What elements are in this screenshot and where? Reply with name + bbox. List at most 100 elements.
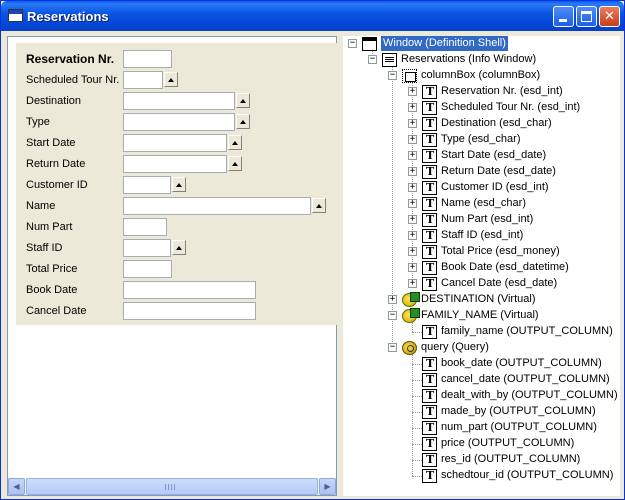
expand-icon[interactable]: + — [388, 295, 397, 304]
close-button[interactable]: ✕ — [599, 6, 620, 27]
lookup-up-arrow-icon[interactable] — [172, 240, 186, 255]
tree-item[interactable]: num_part (OUTPUT_COLUMN) — [343, 420, 620, 436]
tree-item[interactable]: res_id (OUTPUT_COLUMN) — [343, 452, 620, 468]
field-icon — [422, 117, 437, 131]
tree-item[interactable]: made_by (OUTPUT_COLUMN) — [343, 404, 620, 420]
collapse-icon[interactable]: − — [388, 343, 397, 352]
window-app-icon[interactable] — [8, 9, 23, 22]
tree-item-label: Return Date (esd_date) — [441, 165, 556, 177]
field-input[interactable] — [123, 176, 171, 194]
tree-item[interactable]: + DESTINATION (Virtual) — [343, 292, 620, 308]
field-icon — [422, 213, 437, 227]
window-title: Reservations — [27, 9, 109, 24]
expand-icon[interactable]: + — [408, 247, 417, 256]
field-label: Scheduled Tour Nr. — [26, 74, 120, 86]
field-input[interactable] — [123, 260, 172, 278]
lookup-up-arrow-icon[interactable] — [164, 72, 178, 87]
tree-connector — [412, 476, 422, 477]
field-icon — [422, 85, 437, 99]
grip-icon — [165, 484, 177, 490]
field-input[interactable] — [123, 134, 227, 152]
collapse-icon[interactable]: − — [388, 311, 397, 320]
maximize-button[interactable] — [576, 6, 597, 27]
field-input[interactable] — [123, 281, 256, 299]
tree-item[interactable]: + Reservation Nr. (esd_int) — [343, 84, 620, 100]
virtual-icon — [402, 292, 420, 307]
tree-item[interactable]: − query (Query) — [343, 340, 620, 356]
scroll-left-button[interactable]: ◀ — [8, 478, 25, 495]
horizontal-scrollbar[interactable]: ◀ ▶ — [8, 478, 336, 495]
field-input[interactable] — [123, 71, 163, 89]
form-row: Name — [16, 197, 338, 215]
minimize-icon — [559, 19, 567, 22]
field-icon — [422, 277, 437, 291]
tree-item[interactable]: + Book Date (esd_datetime) — [343, 260, 620, 276]
collapse-icon[interactable]: − — [348, 39, 357, 48]
tree-item[interactable]: book_date (OUTPUT_COLUMN) — [343, 356, 620, 372]
tree-item[interactable]: + Scheduled Tour Nr. (esd_int) — [343, 100, 620, 116]
title-bar[interactable]: Reservations ✕ — [1, 1, 624, 31]
field-icon — [422, 245, 437, 259]
field-input[interactable] — [123, 155, 227, 173]
tree-item[interactable]: + Destination (esd_char) — [343, 116, 620, 132]
expand-icon[interactable]: + — [408, 215, 417, 224]
field-input[interactable] — [123, 92, 235, 110]
expand-icon[interactable]: + — [408, 279, 417, 288]
form-row: Type — [16, 113, 338, 131]
tree-item[interactable]: + Total Price (esd_money) — [343, 244, 620, 260]
tree-item[interactable]: + Return Date (esd_date) — [343, 164, 620, 180]
virtual-icon — [402, 308, 420, 323]
expand-icon[interactable]: + — [408, 231, 417, 240]
tree-item[interactable]: + Customer ID (esd_int) — [343, 180, 620, 196]
expand-icon[interactable]: + — [408, 183, 417, 192]
expand-icon[interactable]: + — [408, 87, 417, 96]
collapse-icon[interactable]: − — [368, 55, 377, 64]
lookup-up-arrow-icon[interactable] — [236, 114, 250, 129]
tree-item[interactable]: cancel_date (OUTPUT_COLUMN) — [343, 372, 620, 388]
tree-item[interactable]: + Start Date (esd_date) — [343, 148, 620, 164]
field-input[interactable] — [123, 113, 235, 131]
expand-icon[interactable]: + — [408, 151, 417, 160]
minimize-button[interactable] — [553, 6, 574, 27]
tree-item[interactable]: schedtour_id (OUTPUT_COLUMN) — [343, 468, 620, 484]
field-icon — [422, 405, 437, 419]
maximize-icon — [581, 11, 592, 22]
tree-item[interactable]: − FAMILY_NAME (Virtual) — [343, 308, 620, 324]
tree-item[interactable]: + Type (esd_char) — [343, 132, 620, 148]
tree-item-label: Cancel Date (esd_date) — [441, 277, 558, 289]
field-input[interactable] — [123, 302, 256, 320]
form-row: Cancel Date — [16, 302, 338, 320]
expand-icon[interactable]: + — [408, 135, 417, 144]
expand-icon[interactable]: + — [408, 167, 417, 176]
lookup-up-arrow-icon[interactable] — [312, 198, 326, 213]
expand-icon[interactable]: + — [408, 103, 417, 112]
reservation-form: Reservation Nr. Scheduled Tour Nr. Destina… — [16, 43, 338, 325]
lookup-up-arrow-icon[interactable] — [172, 177, 186, 192]
field-input[interactable] — [123, 218, 167, 236]
scroll-thumb[interactable] — [26, 478, 318, 495]
tree-item[interactable]: + Name (esd_char) — [343, 196, 620, 212]
lookup-up-arrow-icon[interactable] — [228, 135, 242, 150]
field-input[interactable] — [123, 197, 311, 215]
expand-icon[interactable]: + — [408, 119, 417, 128]
field-input[interactable] — [123, 50, 172, 68]
tree-item[interactable]: family_name (OUTPUT_COLUMN) — [343, 324, 620, 340]
tree-item[interactable]: − Window (Definition Shell) — [343, 36, 620, 52]
tree-item[interactable]: − Reservations (Info Window) — [343, 52, 620, 68]
field-icon — [422, 357, 437, 371]
tree-connector — [412, 412, 422, 413]
expand-icon[interactable]: + — [408, 199, 417, 208]
collapse-icon[interactable]: − — [388, 71, 397, 80]
lookup-up-arrow-icon[interactable] — [236, 93, 250, 108]
lookup-up-arrow-icon[interactable] — [228, 156, 242, 171]
field-input[interactable] — [123, 239, 171, 257]
tree-item[interactable]: − columnBox (columnBox) — [343, 68, 620, 84]
tree-item[interactable]: + Cancel Date (esd_date) — [343, 276, 620, 292]
expand-icon[interactable]: + — [408, 263, 417, 272]
tree-item[interactable]: + Staff ID (esd_int) — [343, 228, 620, 244]
tree-item[interactable]: price (OUTPUT_COLUMN) — [343, 436, 620, 452]
tree-item[interactable]: + Num Part (esd_int) — [343, 212, 620, 228]
tree-item-label: Type (esd_char) — [441, 133, 521, 145]
scroll-right-button[interactable]: ▶ — [319, 478, 336, 495]
tree-item[interactable]: dealt_with_by (OUTPUT_COLUMN) — [343, 388, 620, 404]
